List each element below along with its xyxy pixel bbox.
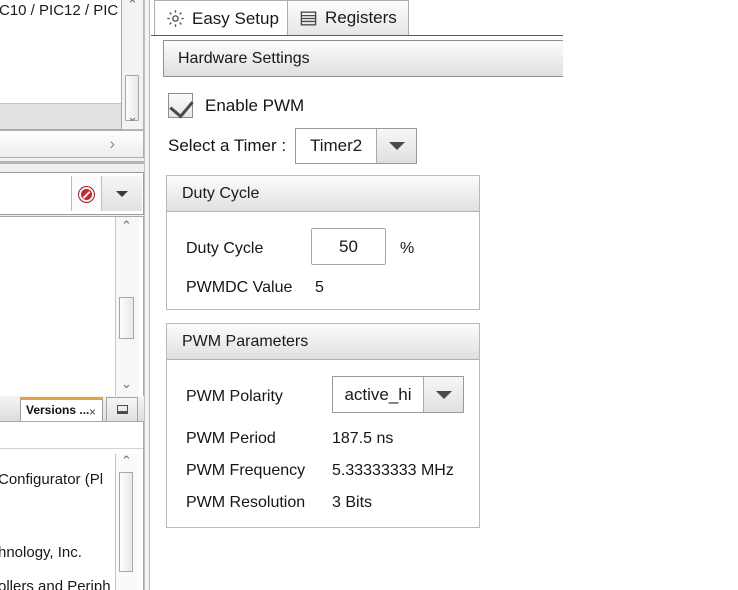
checkmark-icon (169, 94, 193, 119)
scrollbar-thumb[interactable] (119, 297, 134, 339)
versions-output-panel: Configurator (Pl hnology, Inc. ollers an… (0, 421, 144, 590)
output-separator (0, 448, 144, 449)
select-timer-value: Timer2 (296, 129, 376, 163)
tab-easy-setup-label: Easy Setup (192, 9, 279, 29)
select-timer-label: Select a Timer : (168, 136, 286, 156)
pwm-resolution-label: PWM Resolution (186, 494, 305, 512)
registers-icon (299, 9, 318, 28)
tab-registers[interactable]: Registers (287, 0, 409, 36)
duty-cycle-unit: % (400, 240, 414, 258)
resource-combobox[interactable] (0, 172, 144, 215)
scroll-up-chevron-icon[interactable]: ⌃ (121, 454, 132, 467)
tab-bar-underline-right (406, 35, 563, 36)
select-timer-dropdown-button[interactable] (376, 129, 416, 163)
device-family-label: C10 / PIC12 / PIC (0, 2, 118, 19)
hardware-settings-header: Hardware Settings (163, 40, 563, 77)
duty-cycle-input-value: 50 (339, 237, 358, 257)
pwm-parameters-group-body: PWM Polarity active_hi PWM Period 187.5 … (167, 360, 479, 528)
device-list-scrollbar[interactable]: ⌃ ⌄ (122, 0, 144, 130)
output-line-3: ollers and Periph (0, 578, 111, 590)
pwm-resolution-value: 3 Bits (332, 494, 372, 512)
duty-cycle-group-title: Duty Cycle (167, 176, 479, 212)
pwm-parameters-groupbox: PWM Parameters PWM Polarity active_hi PW… (166, 323, 480, 528)
panel-divider (0, 161, 150, 164)
duty-cycle-group-body: Duty Cycle 50 % PWMDC Value 5 (167, 212, 479, 310)
splitter-handle[interactable] (144, 0, 150, 590)
enable-pwm-label: Enable PWM (205, 96, 304, 116)
duty-cycle-label: Duty Cycle (186, 240, 263, 258)
pwm-parameters-group-title: PWM Parameters (167, 324, 479, 360)
pwm-polarity-dropdown-button[interactable] (423, 377, 463, 412)
tab-easy-setup[interactable]: Easy Setup (154, 0, 291, 36)
expand-row[interactable]: › (0, 130, 144, 158)
chevron-down-icon (116, 191, 128, 197)
bottom-tab-strip: Versions ... × (0, 396, 144, 422)
close-icon[interactable]: × (89, 402, 96, 423)
device-list-selected-row[interactable] (0, 103, 122, 130)
pwm-period-value: 187.5 ns (332, 430, 393, 448)
prohibited-icon (79, 187, 94, 202)
tab-registers-label: Registers (325, 8, 397, 28)
scroll-up-chevron-icon[interactable]: ⌃ (127, 0, 138, 11)
output-line-1: Configurator (Pl (0, 471, 103, 488)
scroll-down-chevron-icon[interactable]: ⌄ (121, 377, 132, 390)
pwmdc-value: 5 (315, 279, 324, 297)
tab-versions[interactable]: Versions ... × (20, 397, 103, 422)
minimize-window-button[interactable] (106, 397, 138, 422)
pwm-polarity-label: PWM Polarity (186, 388, 283, 406)
editor-tab-bar: Easy Setup Registers (151, 0, 563, 36)
chevron-down-icon (436, 391, 452, 399)
pwm-period-label: PWM Period (186, 430, 276, 448)
resource-combobox-button[interactable] (102, 176, 142, 211)
pwm-frequency-value: 5.33333333 MHz (332, 462, 454, 480)
chevron-down-icon (389, 142, 405, 150)
resource-list-scrollbar[interactable]: ⌃ ⌄ (115, 217, 138, 398)
select-timer-combobox[interactable]: Timer2 (295, 128, 417, 164)
duty-cycle-groupbox: Duty Cycle Duty Cycle 50 % PWMDC Value 5 (166, 175, 480, 310)
pwm-easy-setup-panel: Easy Setup Registers Hardware Settings E… (151, 0, 563, 590)
gear-icon (166, 9, 185, 28)
enable-pwm-row[interactable]: Enable PWM (168, 93, 304, 118)
duty-cycle-input[interactable]: 50 (311, 228, 386, 265)
minimize-icon (117, 405, 128, 414)
output-line-2: hnology, Inc. (0, 544, 82, 561)
scroll-up-chevron-icon[interactable]: ⌃ (121, 219, 132, 232)
arrow-right-icon[interactable]: › (109, 134, 115, 154)
pwm-frequency-label: PWM Frequency (186, 462, 305, 480)
scroll-down-chevron-icon[interactable]: ⌄ (127, 110, 138, 123)
scrollbar-thumb[interactable] (119, 472, 133, 572)
pwm-polarity-combobox[interactable]: active_hi (332, 376, 464, 413)
tab-versions-label: Versions ... (26, 403, 89, 417)
versions-output-scrollbar[interactable]: ⌃ (115, 454, 137, 590)
prohibited-status-cell (71, 176, 102, 211)
pwmdc-value-label: PWMDC Value (186, 279, 292, 297)
resource-list-panel: ⌃ ⌄ (0, 216, 144, 399)
enable-pwm-checkbox[interactable] (168, 93, 193, 118)
pwm-polarity-value: active_hi (333, 377, 423, 412)
select-timer-row: Select a Timer : Timer2 (168, 128, 417, 164)
left-ide-chrome-region: C10 / PIC12 / PIC ⌃ ⌄ › ⌃ ⌄ Versions ...… (0, 0, 150, 590)
device-family-panel: C10 / PIC12 / PIC (0, 0, 122, 130)
